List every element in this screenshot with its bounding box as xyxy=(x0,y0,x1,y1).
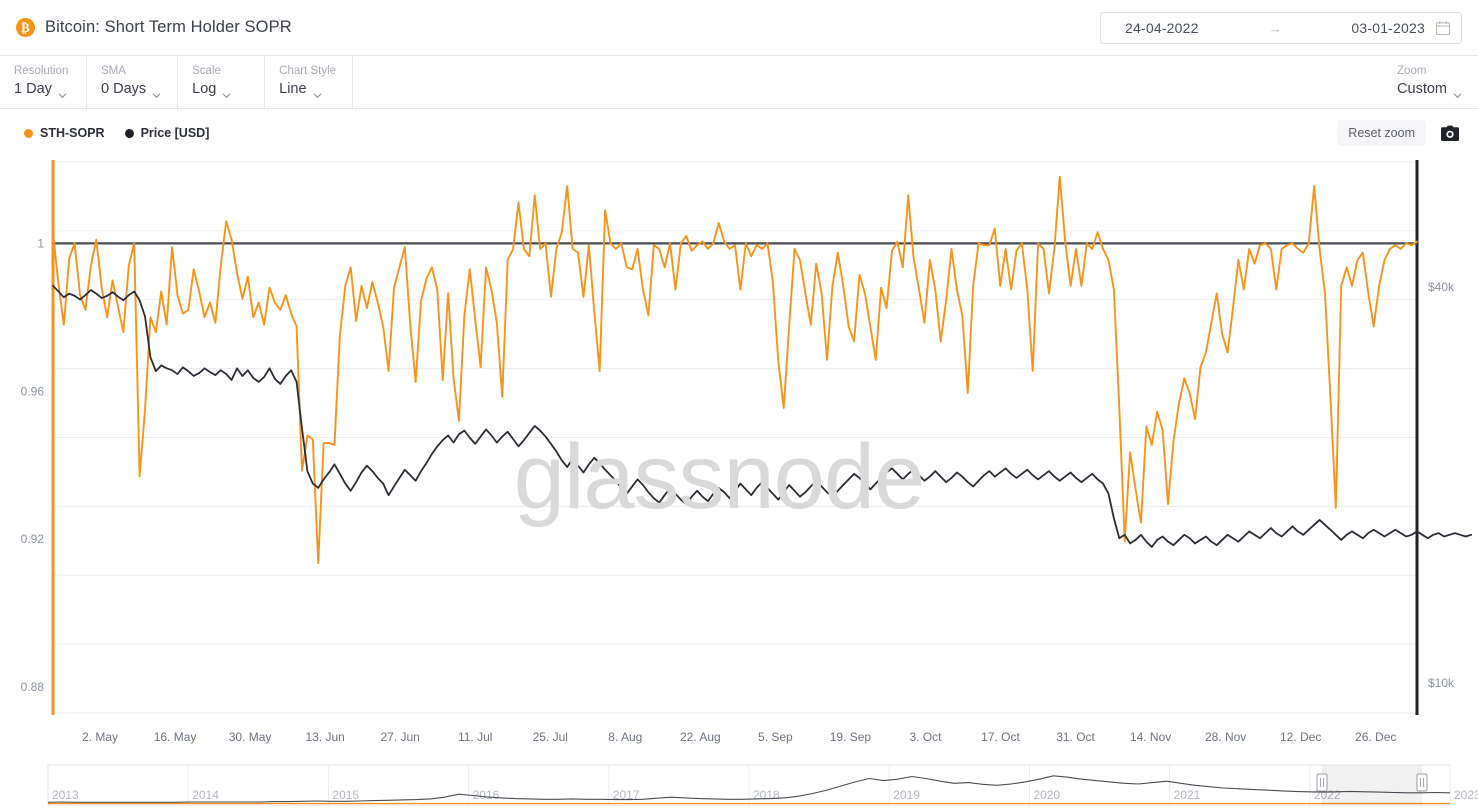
y2-axis-tick-label: $10k xyxy=(1428,676,1455,690)
navigator-selection-window[interactable] xyxy=(1322,765,1422,805)
page-title: Bitcoin: Short Term Holder SOPR xyxy=(45,18,292,37)
chart-actions: Reset zoom xyxy=(1337,120,1478,146)
resolution-label: Resolution xyxy=(14,64,70,79)
zoom-value: Custom xyxy=(1397,79,1447,100)
chart-style-dropdown[interactable]: Chart Style Line xyxy=(265,56,353,108)
x-axis-tick-label: 26. Dec xyxy=(1355,730,1396,744)
x-axis-tick-label: 22. Aug xyxy=(680,730,721,744)
navigator-year-label: 2020 xyxy=(1033,788,1060,802)
sma-value: 0 Days xyxy=(101,79,146,100)
y-axis-tick-label: 0.92 xyxy=(21,532,45,546)
camera-icon[interactable] xyxy=(1440,125,1460,142)
x-axis-tick-label: 14. Nov xyxy=(1130,730,1171,744)
x-axis-tick-label: 2. May xyxy=(82,730,118,744)
sma-dropdown[interactable]: SMA 0 Days xyxy=(87,56,178,108)
chart-plot[interactable]: 1 0.96 0.92 0.88 $40k $10k 2. May 16. May 30. Ma… xyxy=(0,157,1478,757)
y2-axis-tick-label: $40k xyxy=(1428,280,1455,294)
navigator-handle-left[interactable] xyxy=(1317,774,1327,791)
sma-value-group[interactable]: 0 Days xyxy=(101,79,161,100)
chevron-down-icon xyxy=(58,86,67,95)
series-line-sth-sopr[interactable] xyxy=(53,177,1417,563)
resolution-value-group[interactable]: 1 Day xyxy=(14,79,70,100)
y-axis-tick-label: 1 xyxy=(37,236,44,250)
date-range-arrow-icon: → xyxy=(1199,21,1352,36)
chart-style-value-group[interactable]: Line xyxy=(279,79,336,100)
chart-toolbar: Resolution 1 Day SMA 0 Days xyxy=(0,56,1478,109)
scale-value-group[interactable]: Log xyxy=(192,79,248,100)
x-axis-tick-label: 31. Oct xyxy=(1056,730,1095,744)
date-range-to[interactable]: 03-01-2023 xyxy=(1351,20,1425,36)
navigator-plot[interactable]: 2013201420152016201720182019202020212022… xyxy=(0,757,1478,811)
x-axis-tick-label: 8. Aug xyxy=(608,730,642,744)
chart-style-label: Chart Style xyxy=(279,64,336,79)
date-range-from[interactable]: 24-04-2022 xyxy=(1125,20,1199,36)
app-header: ₿ Bitcoin: Short Term Holder SOPR 24-04-… xyxy=(0,0,1478,56)
chevron-down-icon xyxy=(222,86,231,95)
legend-color-dot-price xyxy=(125,129,134,138)
resolution-value: 1 Day xyxy=(14,79,52,100)
navigator-year-label: 2023 xyxy=(1454,788,1478,802)
x-axis-tick-label: 13. Jun xyxy=(305,730,344,744)
zoom-value-group[interactable]: Custom xyxy=(1397,79,1462,100)
x-axis-tick-label: 5. Sep xyxy=(758,730,793,744)
navigator-year-label: 2018 xyxy=(753,788,780,802)
x-axis-tick-label: 16. May xyxy=(154,730,197,744)
scale-dropdown[interactable]: Scale Log xyxy=(178,56,265,108)
chart-navigator[interactable]: 2013201420152016201720182019202020212022… xyxy=(0,757,1478,811)
navigator-year-label: 2021 xyxy=(1174,788,1201,802)
chart-style-value: Line xyxy=(279,79,306,100)
x-axis-tick-label: 17. Oct xyxy=(981,730,1020,744)
sma-label: SMA xyxy=(101,64,161,79)
x-axis-tick-label: 3. Oct xyxy=(909,730,942,744)
x-axis-tick-label: 30. May xyxy=(229,730,272,744)
x-axis-tick-label: 27. Jun xyxy=(380,730,419,744)
legend-bar: STH-SOPR Price [USD] Reset zoom xyxy=(0,109,1478,157)
bitcoin-icon: ₿ xyxy=(16,18,35,37)
navigator-handle-right[interactable] xyxy=(1417,774,1427,791)
navigator-year-label: 2015 xyxy=(332,788,359,802)
scale-value: Log xyxy=(192,79,216,100)
series-line-price[interactable] xyxy=(53,286,1471,547)
legend-item-sth-sopr[interactable]: STH-SOPR xyxy=(24,126,105,140)
chevron-down-icon xyxy=(152,86,161,95)
chart-title-group: ₿ Bitcoin: Short Term Holder SOPR xyxy=(0,18,292,37)
x-axis-tick-label: 28. Nov xyxy=(1205,730,1246,744)
x-axis-tick-label: 12. Dec xyxy=(1280,730,1321,744)
legend-items: STH-SOPR Price [USD] xyxy=(0,126,209,140)
y-axis-tick-label: 0.96 xyxy=(21,384,45,398)
toolbar-spacer xyxy=(353,56,1383,108)
zoom-dropdown[interactable]: Zoom Custom xyxy=(1383,56,1478,108)
glassnode-chart-app: ₿ Bitcoin: Short Term Holder SOPR 24-04-… xyxy=(0,0,1478,811)
navigator-year-label: 2013 xyxy=(52,788,79,802)
chart-canvas[interactable]: glassnode 10.960.920.88$40k$10k2. May16.… xyxy=(0,157,1478,757)
navigator-year-label: 2014 xyxy=(192,788,219,802)
zoom-label: Zoom xyxy=(1397,64,1462,79)
y-axis-tick-label: 0.88 xyxy=(21,680,45,694)
legend-label-sth-sopr: STH-SOPR xyxy=(40,126,105,140)
chevron-down-icon xyxy=(313,86,322,95)
legend-color-dot-sopr xyxy=(24,129,33,138)
legend-item-price[interactable]: Price [USD] xyxy=(125,126,210,140)
navigator-year-label: 2016 xyxy=(473,788,500,802)
date-range-picker[interactable]: 24-04-2022 → 03-01-2023 xyxy=(1100,12,1462,44)
x-axis-tick-label: 11. Jul xyxy=(458,730,492,744)
scale-label: Scale xyxy=(192,64,248,79)
navigator-year-label: 2019 xyxy=(893,788,920,802)
resolution-dropdown[interactable]: Resolution 1 Day xyxy=(0,56,87,108)
x-axis-tick-label: 25. Jul xyxy=(533,730,568,744)
legend-label-price: Price [USD] xyxy=(141,126,210,140)
chevron-down-icon xyxy=(1453,86,1462,95)
calendar-icon[interactable] xyxy=(1435,20,1451,36)
reset-zoom-button[interactable]: Reset zoom xyxy=(1337,120,1426,146)
x-axis-tick-label: 19. Sep xyxy=(830,730,872,744)
